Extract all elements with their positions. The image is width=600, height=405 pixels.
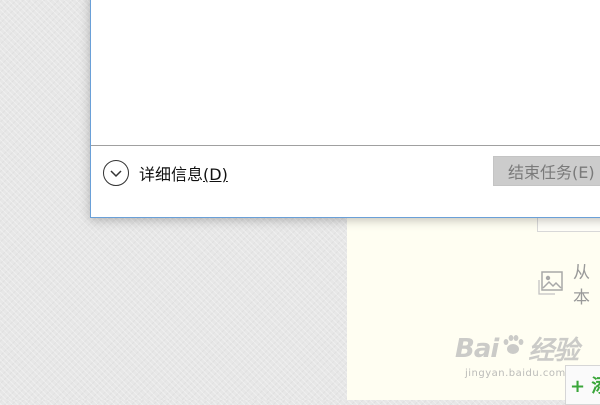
watermark-url: jingyan.baidu.com bbox=[465, 368, 566, 379]
dialog-content-area bbox=[91, 0, 600, 145]
more-details-label: 详细信息(D) bbox=[139, 165, 228, 184]
chevron-down-icon[interactable] bbox=[103, 160, 129, 186]
task-dialog: 详细信息(D) 结束任务(E) bbox=[90, 0, 600, 218]
upload-label: 从本 bbox=[573, 263, 590, 308]
upload-from-local[interactable]: 从本 bbox=[537, 263, 600, 308]
end-task-button[interactable]: 结束任务(E) bbox=[493, 156, 600, 186]
paw-icon bbox=[500, 332, 526, 365]
watermark-text-right: 经验 bbox=[528, 336, 579, 366]
image-icon bbox=[537, 270, 565, 296]
watermark-text-left: Bai bbox=[455, 333, 499, 364]
dialog-footer: 详细信息(D) 结束任务(E) bbox=[91, 146, 600, 217]
baidu-jingyan-watermark: Bai 经验 jingyan.baidu.com bbox=[455, 330, 585, 386]
more-details-toggle[interactable]: 详细信息(D) bbox=[103, 158, 228, 188]
